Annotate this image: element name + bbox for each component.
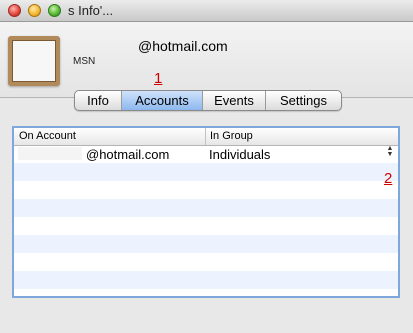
table-row[interactable]: @hotmail.com Individuals ▲ ▼ <box>14 145 398 163</box>
tab-accounts[interactable]: Accounts <box>121 91 202 110</box>
table-row <box>14 235 398 253</box>
group-cell: Individuals <box>209 147 271 162</box>
table-row <box>14 253 398 271</box>
column-header-in-group[interactable]: In Group <box>210 130 253 142</box>
service-label: MSN <box>73 56 96 67</box>
tab-bar: Info Accounts Events Settings <box>74 90 342 111</box>
group-popup-arrows-icon[interactable]: ▲ ▼ <box>386 145 394 160</box>
contact-name: @hotmail.com <box>138 38 228 54</box>
table-row <box>14 217 398 235</box>
accounts-table[interactable]: On Account In Group @hotmail.com Individ… <box>12 126 400 298</box>
table-row <box>14 163 398 181</box>
table-row <box>14 289 398 296</box>
table-row <box>14 181 398 199</box>
table-row <box>14 199 398 217</box>
table-body: @hotmail.com Individuals ▲ ▼ <box>14 145 398 296</box>
minimize-button[interactable] <box>28 4 41 17</box>
window-title: s Info'... <box>68 3 114 18</box>
redacted-username <box>18 147 82 160</box>
tab-settings[interactable]: Settings <box>265 91 341 110</box>
zoom-button[interactable] <box>48 4 61 17</box>
column-separator[interactable] <box>205 128 206 145</box>
contact-header <box>0 22 413 97</box>
tab-info[interactable]: Info <box>75 91 121 110</box>
title-bar: s Info'... <box>0 0 413 22</box>
annotation-marker-2: 2 <box>384 170 393 187</box>
tab-events[interactable]: Events <box>202 91 265 110</box>
table-row <box>14 271 398 289</box>
contact-avatar[interactable] <box>8 36 60 86</box>
table-header: On Account In Group <box>14 128 398 146</box>
close-button[interactable] <box>8 4 21 17</box>
account-cell: @hotmail.com <box>86 147 170 162</box>
annotation-marker-1: 1 <box>154 70 163 87</box>
column-header-on-account[interactable]: On Account <box>19 130 76 142</box>
